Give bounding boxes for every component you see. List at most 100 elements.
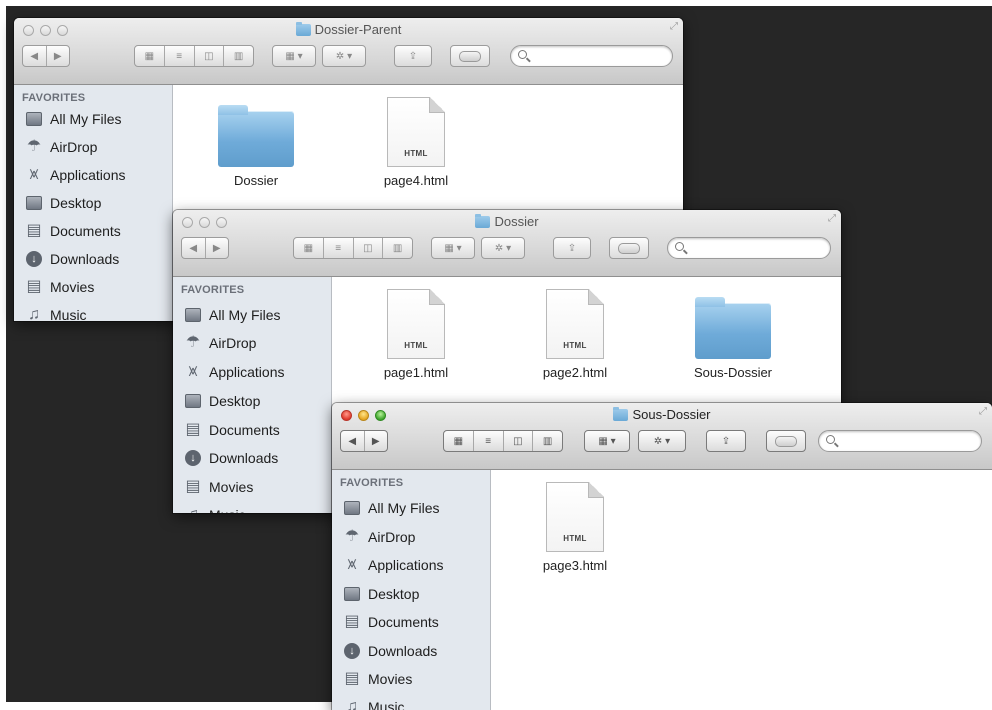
sidebar-item-label: Applications	[209, 364, 285, 380]
search-field[interactable]	[510, 45, 673, 67]
sidebar-item-label: Documents	[50, 223, 121, 239]
view-icons-button[interactable]: ▦	[294, 243, 323, 254]
sidebar-item-desktop[interactable]: Desktop	[24, 192, 101, 214]
view-list-button[interactable]: ≡	[165, 51, 194, 62]
sidebar-item-airdrop[interactable]: ☂ AirDrop	[183, 332, 257, 354]
view-columns-button[interactable]: ◫	[354, 243, 383, 254]
window-titlebar[interactable]: Dossier-Parent ⤢ ◀ ▶ ▦ ≡ ◫ ▥ ▦ ▾ ✲ ▾ ⇪	[14, 18, 683, 85]
documents-icon: ▤	[185, 421, 201, 438]
folder-icon	[295, 21, 311, 36]
action-button[interactable]: ✲ ▾	[638, 430, 686, 452]
file-type-label: HTML	[404, 149, 428, 158]
sidebar-item-airdrop[interactable]: ☂ AirDrop	[24, 136, 98, 158]
edit-tags-button[interactable]	[609, 237, 649, 259]
window-title-text: Dossier-Parent	[314, 22, 402, 37]
file-name: page3.html	[542, 558, 608, 573]
fullscreen-icon[interactable]: ⤢	[979, 406, 987, 417]
window-title-text: Sous-Dossier	[632, 407, 711, 422]
airdrop-icon: ☂	[185, 334, 201, 351]
sidebar-item-all-my-files[interactable]: All My Files	[183, 304, 281, 326]
sidebar-item-applications[interactable]: ⩙ Applications	[342, 554, 443, 576]
search-field[interactable]	[818, 430, 982, 452]
view-coverflow-button[interactable]: ▥	[383, 243, 412, 254]
file-type-label: HTML	[563, 534, 587, 543]
sidebar-item-music[interactable]: ♫ Music	[24, 304, 87, 322]
downloads-icon: ↓	[342, 642, 362, 660]
finder-window-sous-dossier[interactable]: Sous-Dossier ⤢ ◀ ▶ ▦ ≡ ◫ ▥ ▦ ▾ ✲ ▾ ⇪ FAV…	[332, 403, 992, 710]
sidebar-item-label: Music	[50, 307, 87, 321]
file-item-document[interactable]: HTML page3.html	[515, 482, 635, 573]
sidebar-item-downloads[interactable]: ↓ Downloads	[183, 447, 278, 469]
view-coverflow-button[interactable]: ▥	[224, 51, 253, 62]
all-files-icon	[183, 306, 203, 324]
view-list-button[interactable]: ≡	[324, 243, 353, 254]
sidebar-item-applications[interactable]: ⩙ Applications	[24, 164, 125, 186]
edit-tags-button[interactable]	[766, 430, 806, 452]
sidebar-item-movies[interactable]: ▤ Movies	[342, 668, 412, 690]
fullscreen-icon[interactable]: ⤢	[670, 21, 678, 32]
arrange-button[interactable]: ▦ ▾	[584, 430, 630, 452]
window-titlebar[interactable]: Dossier ⤢ ◀ ▶ ▦ ≡ ◫ ▥ ▦ ▾ ✲ ▾ ⇪	[173, 210, 841, 277]
search-input[interactable]	[531, 48, 662, 64]
action-button[interactable]: ✲ ▾	[322, 45, 366, 67]
sidebar-item-movies[interactable]: ▤ Movies	[24, 276, 94, 298]
sidebar-item-airdrop[interactable]: ☂ AirDrop	[342, 526, 416, 548]
share-button[interactable]: ⇪	[706, 430, 746, 452]
search-input[interactable]	[688, 240, 820, 256]
documents-icon: ▤	[26, 222, 42, 239]
chevron-down-icon: ▾	[610, 435, 616, 447]
forward-button[interactable]: ▶	[47, 51, 70, 62]
html-document-icon: HTML	[387, 97, 445, 167]
share-icon: ⇪	[408, 50, 418, 62]
back-button[interactable]: ◀	[182, 243, 205, 254]
sidebar-item-all-my-files[interactable]: All My Files	[342, 497, 440, 519]
view-icons-button[interactable]: ▦	[135, 51, 164, 62]
sidebar-item-label: AirDrop	[50, 139, 98, 155]
fullscreen-icon[interactable]: ⤢	[828, 213, 836, 224]
sidebar-item-documents[interactable]: ▤ Documents	[342, 611, 438, 633]
window-titlebar[interactable]: Sous-Dossier ⤢ ◀ ▶ ▦ ≡ ◫ ▥ ▦ ▾ ✲ ▾ ⇪	[332, 403, 992, 470]
sidebar-item-all-my-files[interactable]: All My Files	[24, 108, 122, 130]
sidebar-item-documents[interactable]: ▤ Documents	[24, 220, 121, 242]
sidebar-item-movies[interactable]: ▤ Movies	[183, 476, 253, 498]
sidebar-item-desktop[interactable]: Desktop	[183, 390, 260, 412]
search-field[interactable]	[667, 237, 831, 259]
sidebar-item-label: Downloads	[209, 450, 279, 466]
sidebar-item-downloads[interactable]: ↓ Downloads	[24, 248, 119, 270]
file-item-document[interactable]: HTML page1.html	[356, 289, 476, 380]
sidebar-item-documents[interactable]: ▤ Documents	[183, 419, 279, 441]
airdrop-icon: ☂	[26, 138, 42, 155]
view-list-button[interactable]: ≡	[474, 436, 503, 447]
back-button[interactable]: ◀	[341, 436, 364, 447]
forward-button[interactable]: ▶	[206, 243, 229, 254]
file-item-document[interactable]: HTML page2.html	[515, 289, 635, 380]
forward-button[interactable]: ▶	[365, 436, 388, 447]
file-item-document[interactable]: HTML page4.html	[356, 97, 476, 188]
arrange-button[interactable]: ▦ ▾	[431, 237, 475, 259]
share-button[interactable]: ⇪	[394, 45, 432, 67]
file-item-folder[interactable]: Dossier	[196, 97, 316, 188]
sidebar-item-music[interactable]: ♫ Music	[183, 504, 246, 514]
view-icons-button[interactable]: ▦	[444, 436, 473, 447]
back-forward-control: ◀ ▶	[181, 237, 229, 259]
search-input[interactable]	[839, 433, 971, 449]
view-columns-button[interactable]: ◫	[504, 436, 533, 447]
file-type-label: HTML	[404, 341, 428, 350]
view-columns-button[interactable]: ◫	[195, 51, 224, 62]
sidebar-item-applications[interactable]: ⩙ Applications	[183, 361, 285, 383]
share-button[interactable]: ⇪	[553, 237, 591, 259]
edit-tags-button[interactable]	[450, 45, 490, 67]
sidebar-item-label: Desktop	[368, 586, 420, 602]
sidebar-item-desktop[interactable]: Desktop	[342, 583, 419, 605]
view-coverflow-button[interactable]: ▥	[533, 436, 562, 447]
sidebar-item-downloads[interactable]: ↓ Downloads	[342, 640, 437, 662]
action-button[interactable]: ✲ ▾	[481, 237, 525, 259]
file-name: Sous-Dossier	[693, 365, 773, 380]
arrange-button[interactable]: ▦ ▾	[272, 45, 316, 67]
all-files-icon	[24, 110, 44, 128]
gear-icon: ✲ ▾	[335, 50, 353, 62]
music-icon: ♫	[28, 306, 40, 322]
sidebar-item-music[interactable]: ♫ Music	[342, 696, 405, 710]
file-item-folder[interactable]: Sous-Dossier	[673, 289, 793, 380]
back-button[interactable]: ◀	[23, 51, 46, 62]
